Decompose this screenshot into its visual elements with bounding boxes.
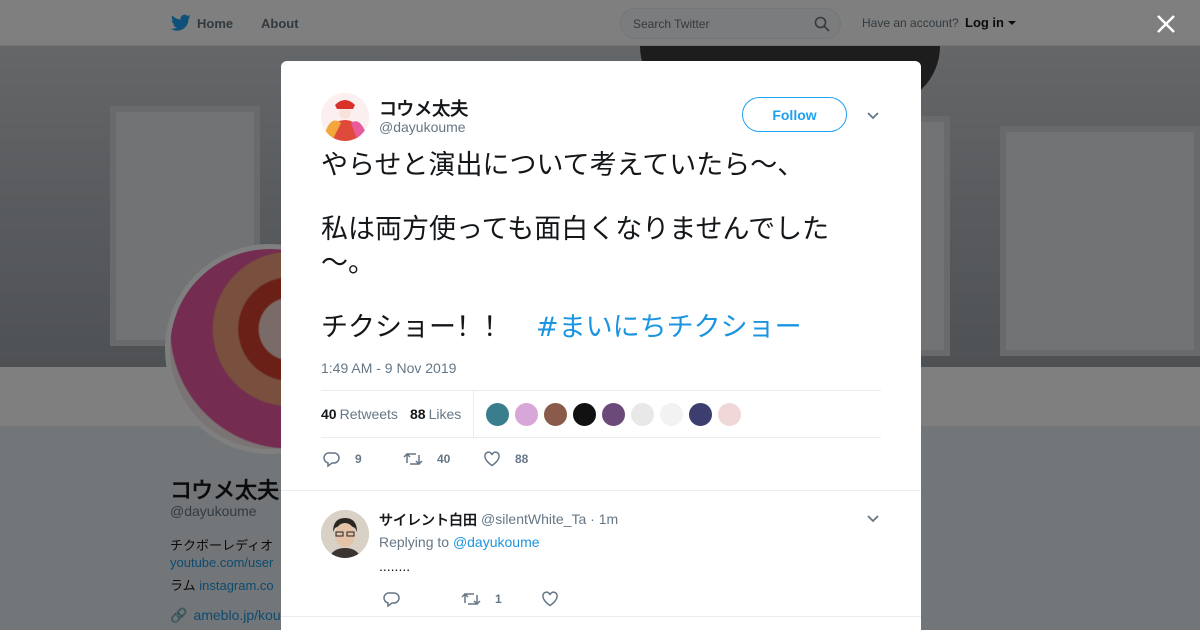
likes-label: Likes xyxy=(428,406,462,422)
liker-avatar[interactable] xyxy=(485,402,510,427)
like-count: 88 xyxy=(515,452,529,466)
replying-handle-link[interactable]: @dayukoume xyxy=(453,534,540,550)
divider xyxy=(281,616,921,617)
author-avatar[interactable] xyxy=(321,93,369,141)
replying-prefix: Replying to xyxy=(379,534,450,550)
reply-actions: 1 xyxy=(379,588,879,608)
retweets-label: Retweets xyxy=(339,406,398,422)
chevron-down-icon[interactable] xyxy=(865,110,881,122)
heart-icon xyxy=(484,451,500,467)
liker-avatar[interactable] xyxy=(543,402,568,427)
stats-divider xyxy=(473,391,474,438)
tweet-paragraph: チクショー！！ #まいにちチクショー xyxy=(321,311,881,345)
liker-avatar[interactable] xyxy=(688,402,713,427)
author-name[interactable]: コウメ太夫 xyxy=(379,95,468,121)
reply-avatar[interactable] xyxy=(321,510,369,558)
tweet-actions: 9 40 88 xyxy=(321,448,881,472)
reply-icon xyxy=(383,592,400,608)
liker-avatar[interactable] xyxy=(601,402,626,427)
reply-action[interactable] xyxy=(383,590,415,608)
retweet-icon xyxy=(403,452,423,466)
retweet-count: 40 xyxy=(437,452,451,466)
reply-icon xyxy=(323,452,340,468)
hashtag-link[interactable]: #まいにちチクショー xyxy=(536,312,802,343)
tweet-timestamp[interactable]: 1:49 AM - 9 Nov 2019 xyxy=(321,360,456,376)
liker-avatar[interactable] xyxy=(572,402,597,427)
chevron-down-icon[interactable] xyxy=(865,513,881,525)
tweet-paragraph: 私は両方使っても面白くなりませんでした～。 xyxy=(321,214,830,279)
close-icon[interactable] xyxy=(1152,10,1180,38)
replying-to: Replying to @dayukoume xyxy=(379,534,540,550)
liker-avatar[interactable] xyxy=(717,402,742,427)
divider xyxy=(281,490,921,491)
retweets-count: 40 xyxy=(321,406,337,422)
author-handle[interactable]: @dayukoume xyxy=(379,119,466,135)
reply-retweet-count: 1 xyxy=(495,592,502,606)
reply-count: 9 xyxy=(355,452,362,466)
heart-icon xyxy=(542,591,558,607)
follow-button[interactable]: Follow xyxy=(742,97,847,132)
like-action[interactable]: 88 xyxy=(483,450,528,468)
tweet-stats: 40 Retweets 88 Likes xyxy=(321,390,881,438)
reply-body: ........ xyxy=(379,558,411,574)
retweets-stat[interactable]: 40 Retweets xyxy=(321,406,398,422)
tweet-exclaim: チクショー！！ xyxy=(321,312,510,343)
reply-action[interactable]: 9 xyxy=(323,450,362,468)
liker-avatar[interactable] xyxy=(630,402,655,427)
tweet-paragraph: やらせと演出について考えていたら～、 xyxy=(321,150,805,181)
liker-avatar[interactable] xyxy=(659,402,684,427)
retweet-icon xyxy=(461,592,481,606)
liker-avatar[interactable] xyxy=(514,402,539,427)
reply-avatar-image xyxy=(321,510,369,558)
like-action[interactable] xyxy=(541,590,573,608)
likes-count: 88 xyxy=(410,406,426,422)
retweet-action[interactable]: 40 xyxy=(403,450,450,468)
tweet-text: やらせと演出について考えていたら～、 私は両方使っても面白くなりませんでした～。… xyxy=(321,149,881,345)
reply-author-handle[interactable]: @silentWhite_Ta · 1m xyxy=(481,511,618,527)
likes-stat[interactable]: 88 Likes xyxy=(410,406,461,422)
reply-author-name[interactable]: サイレント白田 xyxy=(379,510,477,530)
author-avatar-image xyxy=(321,93,369,141)
tweet-modal: コウメ太夫 @dayukoume Follow やらせと演出について考えていたら… xyxy=(281,61,921,630)
retweet-action[interactable]: 1 xyxy=(461,590,502,608)
